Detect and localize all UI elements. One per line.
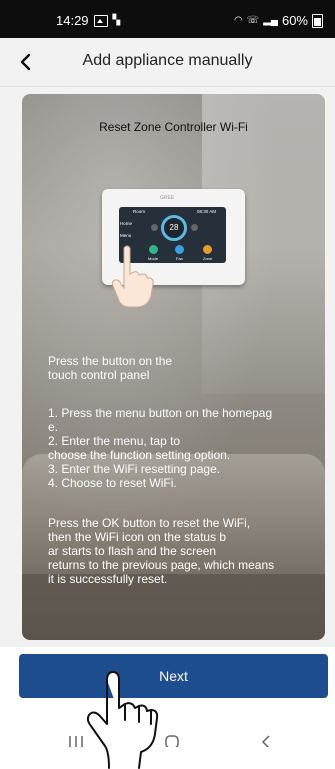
- device-home-label: Home: [120, 221, 133, 226]
- status-time: 14:29: [56, 13, 89, 28]
- fan-icon: [175, 245, 184, 254]
- wifi-icon: ◠: [233, 15, 243, 26]
- zone-icon: [203, 245, 212, 254]
- back-arrow-icon: [261, 735, 270, 749]
- app-header: Add appliance manually: [0, 38, 335, 87]
- tap-hand-icon: [86, 671, 159, 769]
- plus-icon: [191, 224, 198, 231]
- temperature-dial: 28: [161, 215, 187, 241]
- minus-icon: [151, 224, 158, 231]
- system-back-button[interactable]: [246, 717, 286, 749]
- vowifi-icon: ☏: [246, 15, 260, 26]
- pointing-hand-icon: [111, 245, 154, 308]
- next-button[interactable]: Next: [19, 654, 328, 698]
- intro-text: Press the button on the touch control pa…: [48, 354, 173, 382]
- steps-text: 1. Press the menu button on the homepag …: [48, 406, 273, 490]
- instruction-card: Reset Zone Controller Wi-Fi GREE Room 08…: [22, 94, 325, 640]
- status-bar: 14:29 ▚ ◠ ☏ ▂▄ 60%: [0, 0, 335, 38]
- device-fan-label: Fan: [176, 256, 183, 261]
- device-room-label: Room: [133, 209, 146, 214]
- page-title: Add appliance manually: [82, 52, 253, 69]
- device-zone-label: Zone: [203, 256, 213, 261]
- notification-icon: ▚: [112, 15, 121, 26]
- battery-percent: 60%: [281, 13, 308, 28]
- note-text: Press the OK button to reset the WiFi, t…: [48, 516, 275, 586]
- gallery-icon: [93, 14, 108, 27]
- system-nav-bar: [0, 705, 335, 769]
- device-time: 08:30 AM: [197, 209, 217, 214]
- device-brand-logo: GREE: [160, 195, 175, 201]
- device-menu-label: Menu: [120, 233, 132, 238]
- card-title: Reset Zone Controller Wi-Fi: [99, 120, 248, 134]
- battery-icon: [312, 13, 323, 28]
- signal-icon: ▂▄: [263, 15, 278, 26]
